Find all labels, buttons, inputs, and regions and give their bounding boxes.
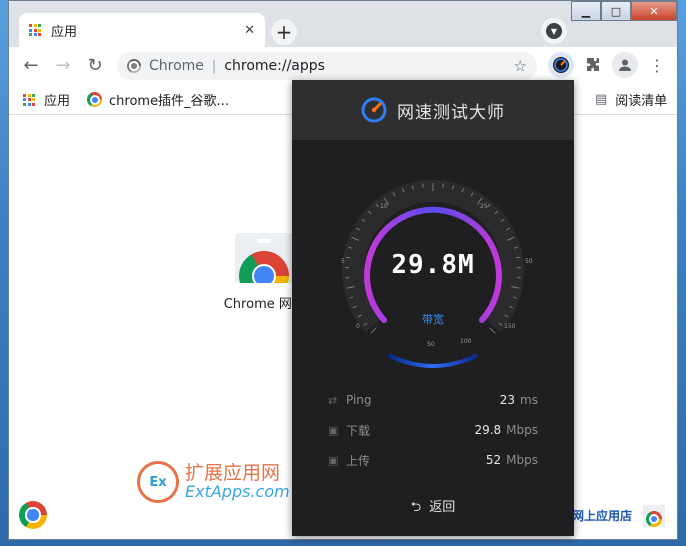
- ping-icon: ⇄: [328, 393, 338, 407]
- puzzle-icon: [587, 58, 599, 71]
- bookmark-chrome-plugins[interactable]: chrome插件_谷歌...: [87, 90, 229, 109]
- tab-close-icon[interactable]: ✕: [244, 23, 255, 38]
- close-window-button[interactable]: ✕: [631, 1, 677, 21]
- bookmark-apps[interactable]: 应用: [23, 90, 70, 109]
- web-store-small-icon[interactable]: [643, 505, 665, 527]
- undo-icon: ⮌: [410, 500, 422, 515]
- stat-name: Ping: [346, 393, 372, 407]
- avatar-icon: [619, 59, 631, 71]
- apps-grid-icon: [29, 24, 41, 36]
- extensions-button[interactable]: [580, 52, 606, 78]
- speedtest-extension-button[interactable]: [548, 52, 574, 78]
- reading-list-button[interactable]: ▤ 阅读清单: [595, 90, 667, 109]
- tab-search-button[interactable]: ▼: [541, 18, 567, 44]
- watermark-logo: Ex: [137, 461, 179, 503]
- upload-icon: ▣: [328, 453, 339, 467]
- stat-name: 下载: [346, 423, 371, 438]
- bookmark-label: 应用: [44, 94, 71, 109]
- back-button[interactable]: ←: [21, 55, 41, 76]
- bookmark-star-icon[interactable]: ☆: [514, 57, 527, 75]
- gauge-tick-label: 100: [460, 338, 472, 345]
- gauge-tick-label: 10: [380, 203, 388, 210]
- url-separator: |: [211, 58, 217, 74]
- gauge-bottom-label: 50: [427, 341, 435, 348]
- download-icon: ▣: [328, 423, 339, 437]
- reading-list-label: 阅读清单: [615, 94, 668, 109]
- profile-button[interactable]: [612, 52, 638, 78]
- bookmark-label: chrome插件_谷歌...: [109, 94, 229, 109]
- stat-unit: Mbps: [506, 453, 538, 467]
- popup-body: 0 5 10 25 50 100 150 50 29.8M 带宽 ⇄ Ping …: [292, 140, 574, 536]
- apps-grid-icon: [23, 93, 35, 106]
- stat-value: 29.8: [474, 423, 502, 437]
- back-label: 返回: [429, 500, 456, 515]
- reading-list-icon: ▤: [595, 92, 608, 107]
- stat-value: 23: [499, 393, 516, 407]
- reload-button[interactable]: ↻: [85, 55, 105, 76]
- chrome-site-icon: [127, 59, 141, 73]
- speedtest-popup: 网速测试大师 0 5 10 25 50 100 150 50 29.8M 带宽 …: [292, 80, 574, 536]
- web-store-link[interactable]: 网上应用店: [572, 507, 632, 524]
- tab-apps[interactable]: 应用 ✕: [19, 13, 265, 47]
- gauge-tick: [370, 327, 377, 334]
- speed-value: 29.8M: [391, 250, 475, 280]
- chrome-icon: [87, 92, 102, 107]
- stat-value: 52: [485, 453, 502, 467]
- stat-unit: Mbps: [506, 423, 538, 437]
- back-button[interactable]: ⮌ 返回: [292, 496, 574, 520]
- bandwidth-label: 带宽: [422, 313, 444, 326]
- chevron-down-icon: ▼: [546, 23, 562, 39]
- popup-title: 网速测试大师: [397, 102, 505, 123]
- toolbar: ← → ↻ Chrome | chrome://apps ☆ ⋮: [9, 47, 677, 83]
- menu-kebab-icon[interactable]: ⋮: [644, 52, 670, 78]
- stat-name: 上传: [346, 453, 371, 468]
- popup-header: 网速测试大师: [292, 80, 574, 140]
- stat-download: ▣ 下载 29.8 Mbps: [328, 420, 538, 440]
- tab-title: 应用: [51, 24, 78, 40]
- watermark: Ex 扩展应用网 ExtApps.com: [137, 461, 290, 503]
- forward-button[interactable]: →: [53, 55, 73, 76]
- window-controls: ▁ □ ✕: [571, 1, 677, 21]
- url-text[interactable]: chrome://apps: [224, 58, 513, 74]
- stat-upload: ▣ 上传 52 Mbps: [328, 450, 538, 470]
- watermark-cn: 扩展应用网: [185, 461, 281, 484]
- stat-unit: ms: [520, 393, 538, 407]
- gauge-tick-label: 25: [480, 203, 488, 210]
- chrome-logo-icon: [19, 501, 47, 529]
- web-store-icon: [235, 233, 293, 283]
- omnibox[interactable]: Chrome | chrome://apps ☆: [117, 52, 537, 80]
- speedometer-icon: [361, 97, 387, 123]
- gauge-tick: [489, 327, 496, 334]
- watermark-en: ExtApps.com: [185, 481, 290, 501]
- new-tab-button[interactable]: +: [271, 19, 297, 45]
- speedometer-icon: [553, 57, 569, 73]
- maximize-button[interactable]: □: [601, 1, 631, 21]
- stat-ping: ⇄ Ping 23 ms: [328, 390, 538, 410]
- minimize-button[interactable]: ▁: [571, 1, 601, 21]
- site-label: Chrome: [149, 58, 204, 74]
